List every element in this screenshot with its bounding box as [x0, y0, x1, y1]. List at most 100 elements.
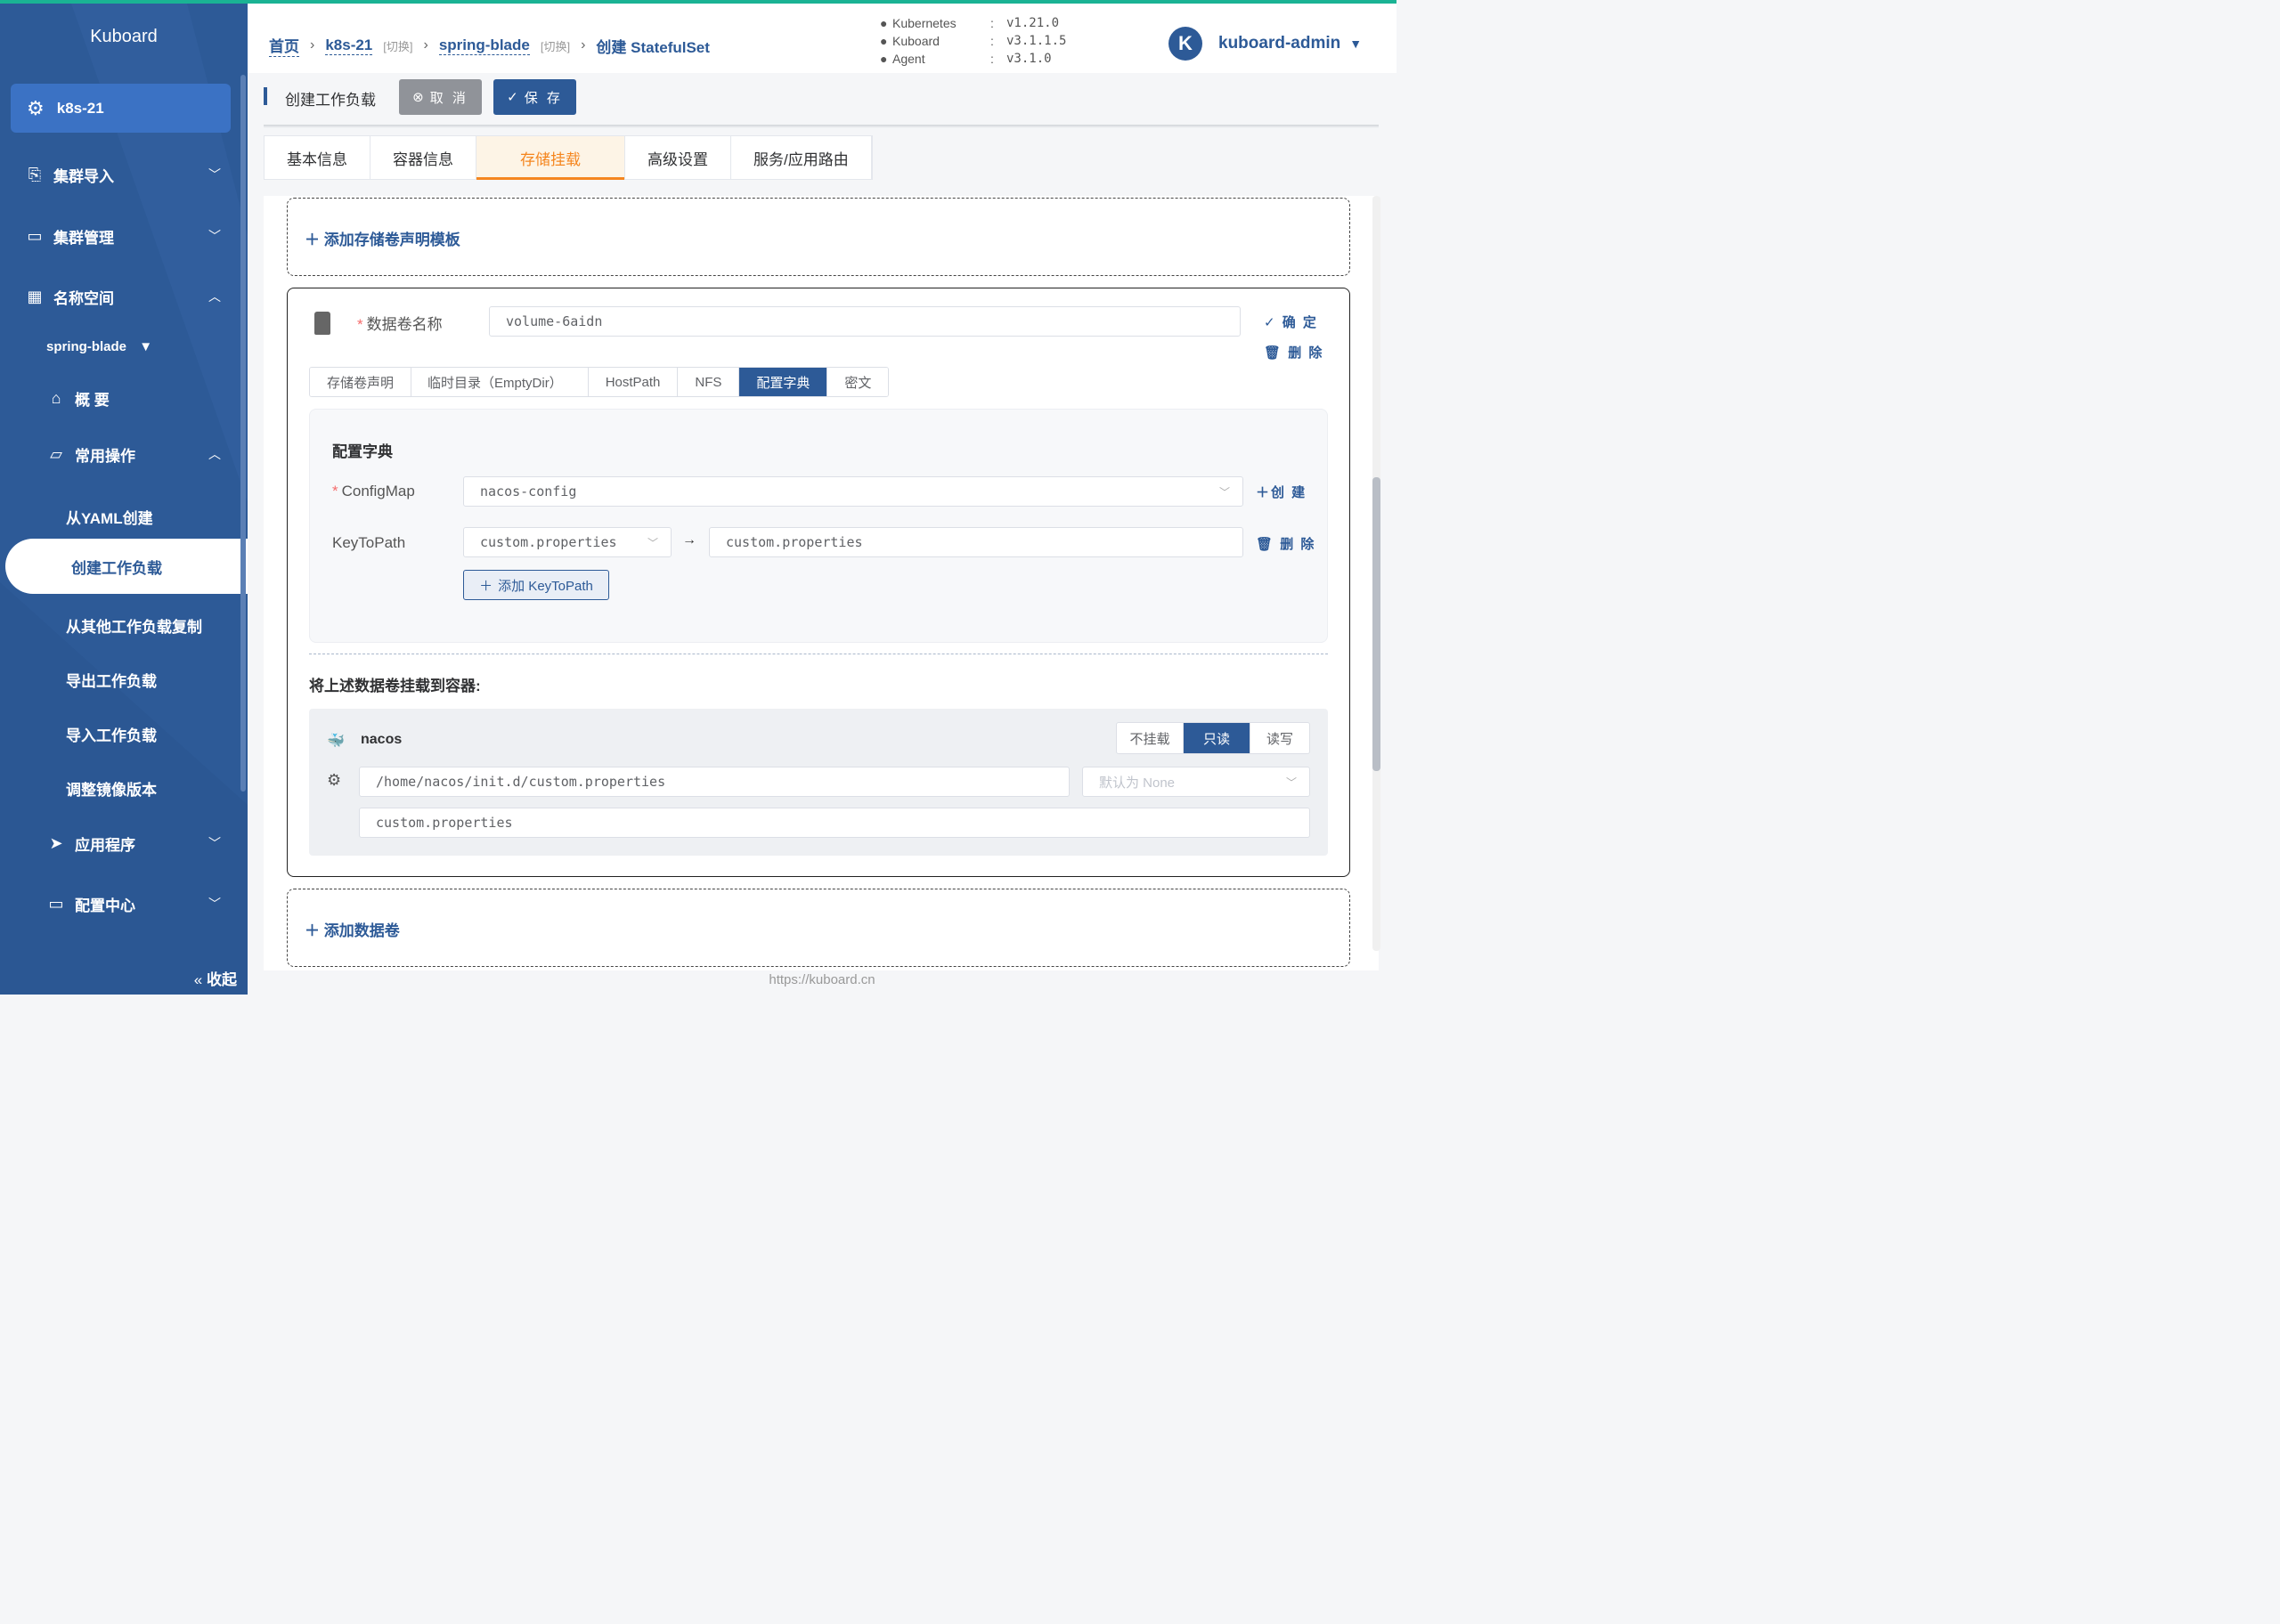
sidebar-item-adjust-image[interactable]: 调整镜像版本 [66, 777, 157, 800]
sidebar-item-create-workload[interactable]: 创建工作负载 [5, 539, 248, 594]
collapse-button[interactable]: « 收起 [194, 967, 237, 989]
chevron-right-icon: › [310, 37, 315, 53]
tab-basic-info[interactable]: 基本信息 [265, 136, 370, 179]
mount-path-input[interactable]: /home/nacos/init.d/custom.properties [359, 767, 1070, 797]
plus-icon: ＋ [305, 922, 320, 939]
trash-icon: 🗑 [1264, 345, 1283, 361]
breadcrumb-cluster[interactable]: k8s-21 [325, 37, 373, 55]
content-scrollbar[interactable] [1372, 196, 1380, 951]
chevron-down-icon: ﹀ [208, 897, 221, 911]
sidebar-item-cluster-import[interactable]: ⎘ 集群导入 ﹀ [23, 157, 248, 192]
sidebar-item-namespace[interactable]: ▦ 名称空间 ︿ [23, 279, 248, 314]
add-keytopath-button[interactable]: ＋添加 KeyToPath [463, 570, 609, 600]
sidebar-item-import-workload[interactable]: 导入工作负载 [66, 723, 157, 745]
chevron-down-icon: ﹀ [1218, 485, 1230, 499]
save-button[interactable]: ✓ 保 存 [493, 79, 576, 115]
user-name: kuboard-admin [1218, 34, 1341, 53]
header: 首页 › k8s-21 [切换] › spring-blade [切换] › 创… [248, 4, 1396, 73]
breadcrumb-home[interactable]: 首页 [269, 34, 299, 57]
storage-panel: ＋ 添加存储卷声明模板 * 数据卷名称 volume-6aidn ✓ 确 定 🗑 … [264, 196, 1379, 970]
sidebar-item-copy-workload[interactable]: 从其他工作负载复制 [66, 614, 202, 637]
sidebar-item-cluster-manage[interactable]: ▭ 集群管理 ﹀ [23, 218, 248, 254]
configmap-select[interactable]: nacos-config ﹀ [463, 476, 1243, 507]
configmap-section-title: 配置字典 [332, 443, 393, 460]
delete-volume-button[interactable]: 🗑 删 除 [1264, 343, 1323, 361]
sidebar-item-from-yaml[interactable]: 从YAML创建 [66, 506, 153, 528]
sidebar-item-common-ops[interactable]: ▱ 常用操作 ︿ [45, 436, 248, 472]
tab-advanced[interactable]: 高级设置 [625, 136, 731, 179]
tab-container-info[interactable]: 容器信息 [370, 136, 476, 179]
sidebar-item-overview[interactable]: ⌂ 概 要 [45, 380, 248, 416]
confirm-button[interactable]: ✓ 确 定 [1264, 313, 1318, 331]
cancel-button[interactable]: ⊗ 取 消 [399, 79, 482, 115]
avatar: K [1168, 27, 1202, 61]
home-icon: ⌂ [51, 388, 61, 407]
double-chevron-left-icon: « [193, 971, 203, 988]
gear-icon: ⚙ [27, 96, 45, 119]
volume-type-nfs[interactable]: NFS [678, 368, 740, 396]
sidebar-scrollbar[interactable] [240, 75, 246, 792]
create-configmap-button[interactable]: ＋创 建 [1256, 483, 1307, 501]
mode-none[interactable]: 不挂载 [1117, 723, 1184, 753]
sidebar-item-label: 集群管理 [53, 229, 114, 247]
tab-service-route[interactable]: 服务/应用路由 [731, 136, 872, 179]
title-accent-bar [264, 87, 267, 105]
breadcrumb-namespace[interactable]: spring-blade [438, 37, 530, 55]
chevron-up-icon: ︿ [208, 447, 221, 461]
mount-section-title: 将上述数据卷挂载到容器: [309, 678, 481, 694]
caret-down-icon: ▼ [1349, 37, 1363, 51]
key-select[interactable]: custom.properties ﹀ [463, 527, 672, 557]
propagation-select[interactable]: 默认为 None ﹀ [1082, 767, 1310, 797]
volume-type-hostpath[interactable]: HostPath [588, 368, 679, 396]
mode-readwrite[interactable]: 读写 [1250, 723, 1309, 753]
sidebar: Kuboard ⚙ k8s-21 ⎘ 集群导入 ﹀ ▭ 集群管理 ﹀ ▦ 名称空… [0, 4, 248, 995]
mount-mode-toggle: 不挂载 只读 读写 [1116, 722, 1310, 754]
add-volume-box[interactable] [287, 889, 1350, 967]
volume-type-secret[interactable]: 密文 [827, 368, 889, 396]
scrollbar-thumb[interactable] [1372, 477, 1380, 771]
folder-icon: ▱ [50, 444, 62, 463]
stack-icon: ▭ [48, 894, 64, 913]
namespace-selector[interactable]: spring-blade ▼ [46, 339, 152, 354]
toolbar: 创建工作负载 ⊗ 取 消 ✓ 保 存 [248, 73, 1396, 128]
chevron-down-icon: ﹀ [647, 536, 658, 549]
volume-name-label: * 数据卷名称 [357, 316, 443, 333]
delete-keytopath-button[interactable]: 🗑 删 除 [1256, 534, 1315, 553]
tab-storage-mount[interactable]: 存储挂载 [476, 136, 625, 180]
add-pvc-template-link[interactable]: ＋ 添加存储卷声明模板 [305, 227, 460, 249]
cluster-name: k8s-21 [56, 99, 104, 117]
volume-type-pvc[interactable]: 存储卷声明 [310, 368, 412, 396]
grid-icon: ▦ [27, 287, 43, 305]
chevron-down-icon: ﹀ [208, 229, 221, 243]
mode-readonly[interactable]: 只读 [1184, 723, 1250, 753]
volume-card: * 数据卷名称 volume-6aidn ✓ 确 定 🗑 删 除 存储卷声明 临时… [287, 288, 1350, 877]
sidebar-item-label: 常用操作 [75, 447, 135, 465]
trash-icon: 🗑 [1256, 537, 1275, 552]
page-title: 创建工作负载 [285, 92, 376, 109]
cluster-switch-link[interactable]: [切换] [383, 37, 412, 54]
namespace-switch-link[interactable]: [切换] [541, 37, 570, 54]
volume-type-configmap[interactable]: 配置字典 [739, 368, 828, 396]
version-row: ● Kuboard: v3.1.1.5 [880, 34, 1067, 48]
close-circle-icon: ⊗ [412, 90, 427, 105]
sidebar-item-config-center[interactable]: ▭ 配置中心 ﹀ [45, 886, 248, 922]
path-input[interactable]: custom.properties [709, 527, 1243, 557]
add-volume-link[interactable]: ＋ 添加数据卷 [305, 918, 400, 940]
send-icon: ➤ [49, 833, 63, 852]
chevron-down-icon: ﹀ [208, 167, 221, 182]
volume-name-input[interactable]: volume-6aidn [489, 306, 1241, 337]
container-name: nacos [361, 732, 403, 747]
sidebar-item-apps[interactable]: ➤ 应用程序 ﹀ [45, 825, 248, 861]
volume-type-emptydir[interactable]: 临时目录（EmptyDir） [411, 368, 589, 396]
chevron-down-icon: ﹀ [208, 836, 221, 850]
chevron-down-icon: ﹀ [1285, 775, 1297, 789]
app-logo[interactable]: Kuboard [0, 27, 248, 47]
user-menu[interactable]: K kuboard-admin ▼ [1168, 27, 1362, 61]
footer-link[interactable]: https://kuboard.cn [248, 972, 1396, 987]
sub-path-input[interactable]: custom.properties [359, 808, 1310, 838]
plus-icon: ＋ [1256, 485, 1272, 500]
collapse-label: 收起 [207, 971, 237, 988]
check-circle-icon: ✓ [507, 90, 521, 105]
sidebar-item-export-workload[interactable]: 导出工作负载 [66, 669, 157, 691]
cluster-selector[interactable]: ⚙ k8s-21 [11, 84, 231, 133]
